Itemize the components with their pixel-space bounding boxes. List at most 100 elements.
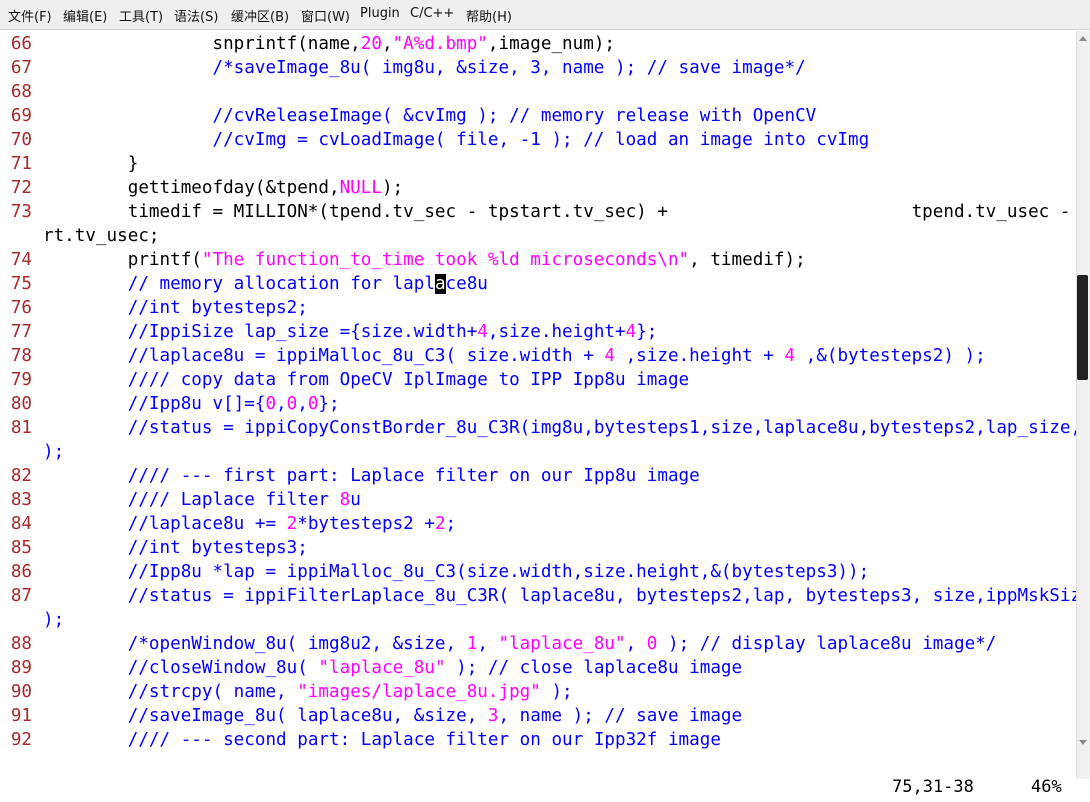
code-token: //int bytesteps3;	[127, 538, 308, 558]
code-line[interactable]: 78 //laplace8u = ippiMalloc_8u_C3( size.…	[0, 344, 986, 368]
menu-buffers[interactable]: 缓冲区(B)	[231, 6, 289, 25]
code-line[interactable]: 90 //strcpy( name, "images/laplace_8u.jp…	[0, 680, 573, 704]
code-token: //// Laplace filter	[127, 490, 340, 510]
code-line[interactable]: 69 //cvReleaseImage( &cvImg ); // memory…	[0, 104, 816, 128]
code-line[interactable]: 66 snprintf(name,20,"A%d.bmp",image_num)…	[0, 32, 615, 56]
code-token: //// --- first part: Laplace filter on o…	[127, 466, 700, 486]
code-line[interactable]: 75 // memory allocation for laplace8u	[0, 272, 488, 296]
menu-help[interactable]: 帮助(H)	[466, 6, 512, 25]
line-number: 80	[10, 394, 32, 414]
menu-edit[interactable]: 编辑(E)	[63, 6, 107, 25]
code-token: //// copy data from OpeCV IplImage to IP…	[127, 370, 690, 390]
code-editor[interactable]: 66 snprintf(name,20,"A%d.bmp",image_num)…	[0, 31, 1076, 779]
code-line[interactable]: 73 timedif = MILLION*(tpend.tv_sec - tps…	[0, 200, 1076, 224]
code-line[interactable]: 87 //status = ippiFilterLaplace_8u_C3R( …	[0, 584, 1076, 608]
code-token: , name ); // save image	[498, 706, 743, 726]
code-line[interactable]: 70 //cvImg = cvLoadImage( file, -1 ); //…	[0, 128, 869, 152]
code-token: //closeWindow_8u(	[127, 658, 319, 678]
line-number: 84	[10, 514, 32, 534]
code-token: , timedif);	[689, 250, 806, 270]
code-line[interactable]: 76 //int bytesteps2;	[0, 296, 308, 320]
menu-plugin[interactable]: Plugin	[360, 6, 400, 21]
code-line[interactable]: 89 //closeWindow_8u( "laplace_8u" ); // …	[0, 656, 742, 680]
code-line[interactable]: 71 }	[0, 152, 139, 176]
line-number: 71	[10, 154, 32, 174]
code-token: /*saveImage_8u( img8u, &size, 3, name );…	[212, 58, 806, 78]
code-token: //IppiSize lap_size ={size.width+	[127, 322, 478, 342]
code-line[interactable]: 80 //Ipp8u v[]={0,0,0};	[0, 392, 340, 416]
code-token: /*openWindow_8u( img8u2, &size,	[127, 634, 467, 654]
code-token: u	[350, 490, 361, 510]
code-token: 1	[466, 634, 478, 654]
code-line[interactable]: 83 //// Laplace filter 8u	[0, 488, 361, 512]
text-cursor: a	[434, 274, 446, 294]
line-number: 68	[10, 82, 32, 102]
code-line[interactable]: rt.tv_usec;	[0, 224, 160, 248]
code-token: };	[318, 394, 340, 414]
code-token: ,	[297, 394, 308, 414]
code-token: );	[381, 178, 404, 198]
line-number: 89	[10, 658, 32, 678]
code-token: ,&(bytesteps2) );	[795, 346, 986, 366]
line-number: 69	[10, 106, 32, 126]
line-number: 88	[10, 634, 32, 654]
code-line[interactable]: 86 //Ipp8u *lap = ippiMalloc_8u_C3(size.…	[0, 560, 869, 584]
scrollbar-thumb[interactable]	[1077, 275, 1088, 380]
line-number: 90	[10, 682, 32, 702]
code-token: 20	[360, 34, 382, 54]
scroll-up-arrow-icon[interactable]	[1079, 36, 1087, 41]
vertical-scrollbar[interactable]	[1076, 31, 1090, 779]
scroll-down-arrow-icon[interactable]	[1079, 740, 1087, 745]
line-number: 87	[10, 586, 32, 606]
code-line[interactable]: );	[0, 440, 64, 464]
code-line[interactable]: 68	[0, 80, 43, 104]
code-line[interactable]: 74 printf("The function_to_time took %ld…	[0, 248, 806, 272]
code-token: 0	[265, 394, 277, 414]
code-line[interactable]: 79 //// copy data from OpeCV IplImage to…	[0, 368, 689, 392]
code-token: 4	[625, 322, 637, 342]
line-number: 79	[10, 370, 32, 390]
code-token: ,size.height +	[615, 346, 785, 366]
code-token: snprintf(name,	[43, 34, 361, 54]
menu-syntax[interactable]: 语法(S)	[174, 6, 218, 25]
code-token: );	[43, 442, 65, 462]
menu-window[interactable]: 窗口(W)	[301, 6, 350, 25]
line-number: 81	[10, 418, 32, 438]
code-token: ,	[477, 634, 499, 654]
code-token: rt.tv_usec;	[43, 226, 160, 246]
line-number: 70	[10, 130, 32, 150]
line-number: 92	[10, 730, 32, 750]
code-token: ,	[381, 34, 393, 54]
line-number: 74	[10, 250, 32, 270]
code-line[interactable]: 72 gettimeofday(&tpend,NULL);	[0, 176, 403, 200]
code-token: //saveImage_8u( laplace8u, &size,	[127, 706, 488, 726]
code-line[interactable]: 77 //IppiSize lap_size ={size.width+4,si…	[0, 320, 658, 344]
code-line[interactable]: 84 //laplace8u += 2*bytesteps2 +2;	[0, 512, 456, 536]
code-token: ,	[276, 394, 287, 414]
code-line[interactable]: 82 //// --- first part: Laplace filter o…	[0, 464, 700, 488]
code-token: //int bytesteps2;	[127, 298, 308, 318]
code-line[interactable]: );	[0, 608, 64, 632]
code-token: 4	[784, 346, 796, 366]
code-token: ,size.height+	[487, 322, 626, 342]
code-line[interactable]: 91 //saveImage_8u( laplace8u, &size, 3, …	[0, 704, 742, 728]
code-line[interactable]: 88 /*openWindow_8u( img8u2, &size, 1, "l…	[0, 632, 997, 656]
code-line[interactable]: 81 //status = ippiCopyConstBorder_8u_C3R…	[0, 416, 1076, 440]
code-token: );	[540, 682, 573, 702]
menu-tools[interactable]: 工具(T)	[119, 6, 163, 25]
code-token: //Ipp8u *lap = ippiMalloc_8u_C3(size.wid…	[127, 562, 870, 582]
code-line[interactable]: 92 //// --- second part: Laplace filter …	[0, 728, 721, 752]
code-line[interactable]: 67 /*saveImage_8u( img8u, &size, 3, name…	[0, 56, 806, 80]
menu-cpp[interactable]: C/C++	[410, 6, 454, 21]
menu-file[interactable]: 文件(F)	[8, 6, 52, 25]
code-line[interactable]: 85 //int bytesteps3;	[0, 536, 308, 560]
